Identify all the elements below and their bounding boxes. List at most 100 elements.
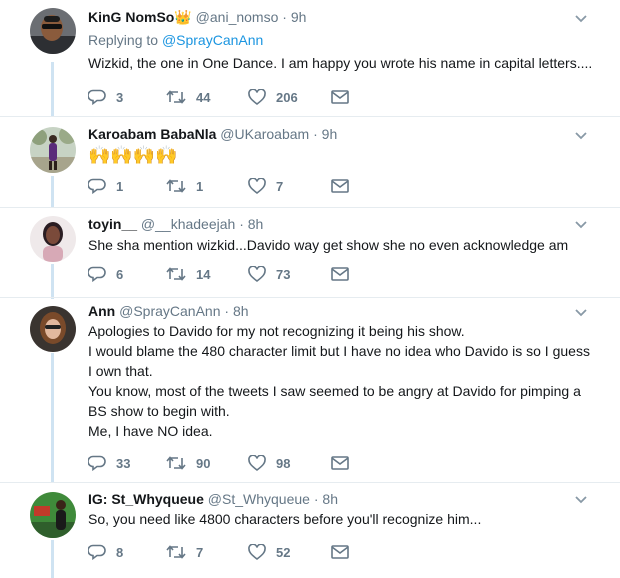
like-count: 52	[276, 544, 291, 560]
tweet[interactable]: KinG NomSo👑 @ani_nomso · 9h Replying to …	[0, 0, 620, 115]
chevron-down-icon[interactable]	[574, 495, 588, 505]
timestamp[interactable]: 9h	[322, 126, 338, 142]
like-count: 7	[276, 178, 284, 194]
like-button[interactable]: 73	[248, 264, 290, 284]
retweet-button[interactable]: 90	[166, 453, 210, 473]
heart-icon	[248, 89, 266, 105]
retweet-icon	[166, 179, 186, 193]
separator-dot: ·	[313, 126, 318, 142]
user-handle[interactable]: @SprayCanAnn	[119, 303, 220, 319]
tweet-actions: 1 1 7	[88, 176, 388, 196]
reply-count: 3	[116, 89, 124, 105]
tweet-text-line: I own that.	[88, 363, 153, 379]
retweet-button[interactable]: 7	[166, 542, 203, 562]
retweet-count: 1	[196, 178, 204, 194]
crown-emoji: 👑	[174, 9, 192, 25]
reply-count: 1	[116, 178, 124, 194]
display-name[interactable]: Ann	[88, 303, 115, 319]
tweet-actions: 6 14 73	[88, 264, 388, 284]
user-handle[interactable]: @UKaroabam	[220, 126, 309, 142]
reply-button[interactable]: 6	[88, 264, 123, 284]
tweet-actions: 3 44 206	[88, 87, 388, 107]
retweet-icon	[166, 90, 186, 104]
replying-to-link[interactable]: @SprayCanAnn	[162, 32, 263, 48]
like-button[interactable]: 52	[248, 542, 290, 562]
tweet[interactable]: IG: St_Whyqueue @St_Whyqueue · 8h So, yo…	[0, 483, 620, 578]
separator-dot: ·	[224, 303, 230, 319]
reply-count: 33	[116, 455, 131, 471]
envelope-icon	[331, 267, 349, 281]
tweet[interactable]: toyin__ @__khadeejah · 8h She sha mentio…	[0, 208, 620, 298]
timestamp[interactable]: 8h	[248, 216, 264, 232]
like-count: 98	[276, 455, 291, 471]
chevron-down-icon[interactable]	[574, 131, 588, 141]
separator-dot: ·	[282, 9, 287, 25]
retweet-button[interactable]: 44	[166, 87, 210, 107]
envelope-icon	[331, 545, 349, 559]
timestamp[interactable]: 8h	[322, 491, 338, 507]
tweet-header: Ann @SprayCanAnn · 8h	[88, 303, 249, 319]
reply-icon	[88, 178, 106, 194]
timestamp[interactable]: 9h	[291, 9, 307, 25]
chevron-down-icon[interactable]	[574, 308, 588, 318]
chevron-down-icon[interactable]	[574, 220, 588, 230]
tweet[interactable]: Karoabam BabaNla @UKaroabam · 9h 🙌🙌🙌🙌 1 …	[0, 117, 620, 207]
avatar[interactable]	[30, 8, 76, 54]
display-name[interactable]: IG: St_Whyqueue	[88, 491, 204, 507]
tweet-text-line: Me, I have NO idea.	[88, 423, 213, 439]
direct-message-button[interactable]	[331, 264, 359, 284]
direct-message-button[interactable]	[331, 176, 359, 196]
retweet-count: 14	[196, 266, 211, 282]
avatar[interactable]	[30, 127, 76, 173]
user-handle[interactable]: @St_Whyqueue	[208, 491, 310, 507]
tweet-header: KinG NomSo👑 @ani_nomso · 9h	[88, 9, 306, 26]
like-button[interactable]: 98	[248, 453, 290, 473]
retweet-button[interactable]: 1	[166, 176, 203, 196]
chevron-down-icon[interactable]	[574, 14, 588, 24]
reply-button[interactable]: 33	[88, 453, 130, 473]
envelope-icon	[331, 456, 349, 470]
tweet-header: Karoabam BabaNla @UKaroabam · 9h	[88, 126, 337, 142]
display-name[interactable]: toyin__	[88, 216, 137, 232]
avatar[interactable]	[30, 306, 76, 352]
direct-message-button[interactable]	[331, 87, 359, 107]
reply-button[interactable]: 3	[88, 87, 123, 107]
timestamp[interactable]: 8h	[233, 303, 249, 319]
heart-icon	[248, 544, 266, 560]
tweet-text-line: I would blame the 480 character limit bu…	[88, 343, 590, 359]
reply-button[interactable]: 1	[88, 176, 123, 196]
display-name[interactable]: KinG NomSo	[88, 9, 174, 25]
tweet-text-line: Apologies to Davido for my not recognizi…	[88, 323, 465, 339]
replying-to: Replying to @SprayCanAnn	[88, 32, 263, 48]
direct-message-button[interactable]	[331, 453, 359, 473]
display-name[interactable]: Karoabam BabaNla	[88, 126, 216, 142]
reply-count: 8	[116, 544, 124, 560]
reply-icon	[88, 266, 106, 282]
tweet-text: She sha mention wizkid...Davido way get …	[88, 235, 598, 255]
separator-dot: ·	[239, 216, 244, 232]
like-button[interactable]: 7	[248, 176, 283, 196]
reply-button[interactable]: 8	[88, 542, 123, 562]
tweet-actions: 33 90 98	[88, 453, 388, 473]
like-button[interactable]: 206	[248, 87, 298, 107]
user-handle[interactable]: @ani_nomso	[196, 9, 279, 25]
retweet-icon	[166, 267, 186, 281]
tweet-text: 🙌🙌🙌🙌	[88, 143, 598, 167]
envelope-icon	[331, 179, 349, 193]
tweet-text-line: You know, most of the tweets I saw seeme…	[88, 383, 581, 399]
retweet-count: 90	[196, 455, 211, 471]
replying-to-label: Replying to	[88, 32, 162, 48]
avatar[interactable]	[30, 216, 76, 262]
avatar[interactable]	[30, 492, 76, 538]
user-handle[interactable]: @__khadeejah	[141, 216, 235, 232]
retweet-button[interactable]: 14	[166, 264, 210, 284]
tweet-text-line: Wizkid, the one in One Dance. I am happy…	[88, 55, 593, 71]
reply-icon	[88, 89, 106, 105]
tweet-text: So, you need like 4800 characters before…	[88, 509, 598, 529]
envelope-icon	[331, 90, 349, 104]
tweet-text-line: So, you need like 4800 characters before…	[88, 511, 482, 527]
direct-message-button[interactable]	[331, 542, 359, 562]
retweet-icon	[166, 545, 186, 559]
heart-icon	[248, 455, 266, 471]
tweet[interactable]: Ann @SprayCanAnn · 8h Apologies to David…	[0, 298, 620, 483]
